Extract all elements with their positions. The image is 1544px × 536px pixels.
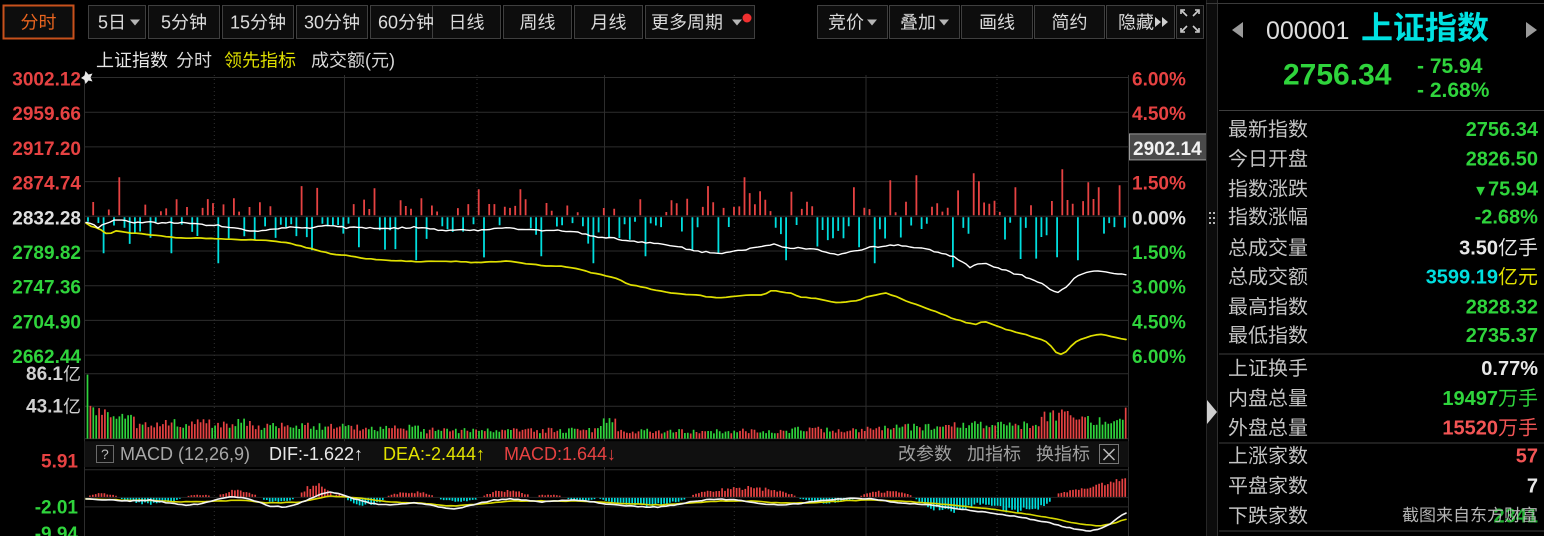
svg-text:4.50%: 4.50% [1132,104,1186,125]
svg-text:15: 15 [230,13,250,33]
svg-text:-2.68%: -2.68% [1475,207,1539,229]
svg-text:57: 57 [1516,446,1538,468]
svg-text:): ) [389,51,395,71]
svg-text:-9.94: -9.94 [35,524,79,536]
svg-text:2959.66: 2959.66 [12,104,81,125]
svg-text:2747.36: 2747.36 [12,278,81,299]
svg-text:- 2.68%: - 2.68% [1417,79,1490,102]
svg-text:5: 5 [98,13,108,33]
svg-text:2826.50: 2826.50 [1466,149,1538,171]
svg-text:6.00%: 6.00% [1132,70,1186,91]
svg-text:3.50: 3.50 [1459,238,1498,260]
svg-text:MACD (12,26,9): MACD (12,26,9) [120,444,250,464]
svg-text:2874.74: 2874.74 [12,174,81,195]
svg-text:5.91: 5.91 [41,452,78,473]
svg-text:2756.34: 2756.34 [1466,119,1539,141]
svg-text:(: ( [365,51,371,71]
svg-text:3002.12: 3002.12 [12,70,81,91]
svg-text:75.94: 75.94 [1488,179,1539,201]
svg-text:DIF:-1.622↑: DIF:-1.622↑ [269,444,363,464]
svg-text:2756.34: 2756.34 [1283,59,1392,92]
svg-text:▼: ▼ [1473,183,1488,200]
svg-text:7: 7 [1527,476,1538,498]
svg-text:2917.20: 2917.20 [12,139,81,160]
svg-text:2902.14: 2902.14 [1133,139,1202,160]
svg-text:86.1: 86.1 [26,364,63,385]
svg-text:2735.37: 2735.37 [1466,325,1538,347]
svg-text:DEA:-2.444↑: DEA:-2.444↑ [383,444,485,464]
svg-text:60: 60 [378,13,398,33]
svg-text:30: 30 [304,13,324,33]
svg-text:5: 5 [161,13,171,33]
svg-text:0.77%: 0.77% [1481,358,1538,380]
svg-text:3.00%: 3.00% [1132,278,1186,299]
svg-text:15520: 15520 [1442,418,1498,440]
svg-text:2828.32: 2828.32 [1466,297,1538,319]
svg-text:?: ? [101,446,109,462]
svg-text:3599.19: 3599.19 [1426,267,1498,289]
svg-text:1.50%: 1.50% [1132,174,1186,195]
svg-text:-2.01: -2.01 [35,498,79,519]
svg-text:0.00%: 0.00% [1132,208,1186,229]
svg-text:2832.28: 2832.28 [12,208,81,229]
svg-text:2704.90: 2704.90 [12,312,81,333]
svg-text:1.50%: 1.50% [1132,243,1186,264]
svg-text:4.50%: 4.50% [1132,312,1186,333]
svg-text:000001: 000001 [1266,17,1349,45]
svg-text:2789.82: 2789.82 [12,243,81,264]
svg-text:6.00%: 6.00% [1132,347,1186,368]
svg-text:MACD:1.644↓: MACD:1.644↓ [504,444,616,464]
svg-text:19497: 19497 [1442,388,1498,410]
svg-text:43.1: 43.1 [26,397,63,418]
svg-text:- 75.94: - 75.94 [1417,55,1483,78]
